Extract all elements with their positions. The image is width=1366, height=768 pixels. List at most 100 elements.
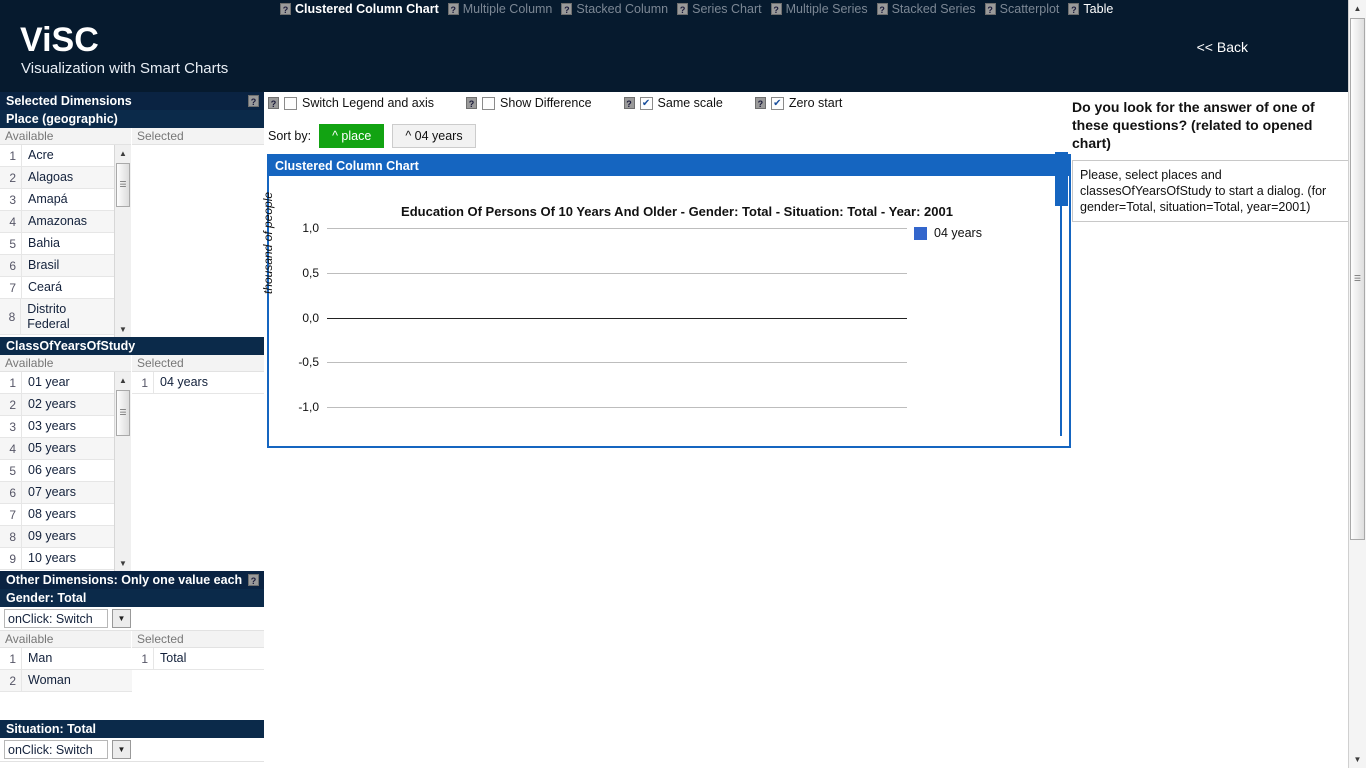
help-icon[interactable]: ? xyxy=(984,3,996,15)
list-item[interactable]: 1 Man xyxy=(0,648,132,670)
help-icon[interactable]: ? xyxy=(248,95,259,107)
list-item[interactable]: 7 Ceará xyxy=(0,277,114,299)
list-item[interactable]: 7 08 years xyxy=(0,504,114,526)
option-switch-legend-and-axis[interactable]: ? Switch Legend and axis xyxy=(268,96,434,110)
help-icon[interactable]: ? xyxy=(447,3,459,15)
help-icon[interactable]: ? xyxy=(770,3,782,15)
class-selected-list[interactable]: 1 04 years xyxy=(132,372,264,571)
list-item[interactable]: 3 03 years xyxy=(0,416,114,438)
help-icon[interactable]: ? xyxy=(677,3,689,15)
list-item[interactable]: 1 Acre xyxy=(0,145,114,167)
row-label: 07 years xyxy=(28,485,76,499)
option-zero-start[interactable]: ? ✔ Zero start xyxy=(754,96,842,110)
list-item[interactable]: 1 04 years xyxy=(132,372,264,394)
class-of-years-title: ClassOfYearsOfStudy xyxy=(0,337,264,355)
gender-onclick-control[interactable]: onClick: Switch ▼ xyxy=(0,607,264,631)
scroll-thumb[interactable]: ☰ xyxy=(116,163,130,207)
sort-by-label: Sort by: xyxy=(268,129,312,143)
scroll-down-arrow[interactable]: ▼ xyxy=(115,321,131,337)
help-icon[interactable]: ? xyxy=(268,97,279,109)
situation-onclick-control[interactable]: onClick: Switch ▼ xyxy=(0,738,264,762)
place-list-scrollbar[interactable]: ▲ ☰ ▼ xyxy=(114,145,131,337)
list-item[interactable]: 8 Distrito Federal xyxy=(0,299,114,335)
option-same-scale[interactable]: ? ✔ Same scale xyxy=(623,96,723,110)
switch-legend-checkbox[interactable] xyxy=(284,96,297,110)
chart-canvas[interactable]: Education Of Persons Of 10 Years And Old… xyxy=(261,176,1069,444)
tab-multiple-column[interactable]: ? Multiple Column xyxy=(447,2,552,16)
scroll-thumb[interactable]: ☰ xyxy=(116,390,130,436)
tab-clustered-column-chart[interactable]: ? Clustered Column Chart xyxy=(280,2,439,16)
back-link[interactable]: << Back xyxy=(1197,39,1248,55)
sort-by-place-button[interactable]: ^ place xyxy=(319,124,385,148)
same-scale-checkbox[interactable]: ✔ xyxy=(639,96,653,110)
scroll-up-arrow[interactable]: ▲ xyxy=(115,145,131,161)
list-item[interactable]: 1 Total xyxy=(132,648,264,670)
place-available-list[interactable]: 1 Acre 2 Alagoas 3 Amapá 4 Amazonas 5 Ba… xyxy=(0,145,114,337)
scroll-down-arrow[interactable]: ▼ xyxy=(1349,751,1366,768)
list-item[interactable]: 5 Bahia xyxy=(0,233,114,255)
scroll-thumb[interactable]: ☰ xyxy=(1350,18,1365,540)
situation-onclick-select[interactable]: onClick: Switch xyxy=(4,740,108,759)
list-item[interactable]: 2 Alagoas xyxy=(0,167,114,189)
list-item[interactable]: 2 02 years xyxy=(0,394,114,416)
gender-available-list[interactable]: 1 Man 2 Woman xyxy=(0,648,132,720)
chart-title: Education Of Persons Of 10 Years And Old… xyxy=(401,204,953,219)
class-available-list[interactable]: 1 01 year 2 02 years 3 03 years 4 05 yea… xyxy=(0,372,114,571)
y-tick-label: -0,5 xyxy=(298,355,319,369)
tab-label: Stacked Series xyxy=(891,2,976,16)
legend-color-swatch xyxy=(914,226,927,240)
class-selected-pane: Selected 1 04 years xyxy=(132,355,264,571)
place-selected-list[interactable] xyxy=(132,145,264,337)
help-icon[interactable]: ? xyxy=(280,3,291,15)
list-item[interactable]: 8 09 years xyxy=(0,526,114,548)
row-label: Alagoas xyxy=(28,170,74,184)
option-label: Same scale xyxy=(657,96,723,110)
sort-by-04-years-button[interactable]: ^ 04 years xyxy=(392,124,476,148)
list-item[interactable]: 5 06 years xyxy=(0,460,114,482)
help-icon[interactable]: ? xyxy=(561,3,573,15)
help-icon[interactable]: ? xyxy=(1068,3,1080,15)
tab-series-chart[interactable]: ? Series Chart xyxy=(677,2,762,16)
list-item[interactable]: 6 07 years xyxy=(0,482,114,504)
tab-stacked-series[interactable]: ? Stacked Series xyxy=(876,2,976,16)
tab-label: Multiple Series xyxy=(785,2,868,16)
tab-label: Scatterplot xyxy=(999,2,1060,16)
app-root: ViSC Visualization with Smart Charts << … xyxy=(0,0,1366,768)
help-icon[interactable]: ? xyxy=(248,574,259,586)
scroll-up-arrow[interactable]: ▲ xyxy=(1349,0,1366,17)
row-index: 2 xyxy=(0,167,22,188)
list-item[interactable]: 2 Woman xyxy=(0,670,132,692)
list-item[interactable]: 4 Amazonas xyxy=(0,211,114,233)
sidebar: Selected Dimensions ? Place (geographic)… xyxy=(0,92,264,768)
help-icon[interactable]: ? xyxy=(876,3,888,15)
tab-label: Series Chart xyxy=(692,2,762,16)
page-scrollbar[interactable]: ▲ ☰ ▼ xyxy=(1348,0,1366,768)
gender-onclick-select[interactable]: onClick: Switch xyxy=(4,609,108,628)
help-icon[interactable]: ? xyxy=(623,97,635,109)
tab-stacked-column[interactable]: ? Stacked Column xyxy=(561,2,668,16)
show-difference-checkbox[interactable] xyxy=(482,96,496,110)
option-show-difference[interactable]: ? Show Difference xyxy=(466,96,592,110)
chevron-down-icon[interactable]: ▼ xyxy=(112,740,131,759)
list-item[interactable]: 1 01 year xyxy=(0,372,114,394)
list-item[interactable]: 9 10 years xyxy=(0,548,114,570)
list-item[interactable]: 6 Brasil xyxy=(0,255,114,277)
chevron-down-icon[interactable]: ▼ xyxy=(112,609,131,628)
list-item[interactable]: 4 05 years xyxy=(0,438,114,460)
list-item[interactable]: 3 Amapá xyxy=(0,189,114,211)
row-label: 01 year xyxy=(28,375,70,389)
gender-selected-list[interactable]: 1 Total xyxy=(132,648,264,720)
row-label: Amazonas xyxy=(28,214,88,228)
tab-scatterplot[interactable]: ? Scatterplot xyxy=(984,2,1060,16)
scroll-down-arrow[interactable]: ▼ xyxy=(115,555,131,571)
help-icon[interactable]: ? xyxy=(466,97,478,109)
class-list-scrollbar[interactable]: ▲ ☰ ▼ xyxy=(114,372,131,571)
tab-multiple-series[interactable]: ? Multiple Series xyxy=(770,2,868,16)
gender-dimension-panel: Available 1 Man 2 Woman Selected 1 Total xyxy=(0,631,264,720)
tab-table[interactable]: ? Table xyxy=(1068,2,1113,16)
scroll-up-arrow[interactable]: ▲ xyxy=(115,372,131,388)
help-icon[interactable]: ? xyxy=(754,97,766,109)
zero-start-checkbox[interactable]: ✔ xyxy=(770,96,784,110)
row-index: 2 xyxy=(0,394,22,415)
situation-dimension-title: Situation: Total xyxy=(0,720,264,738)
